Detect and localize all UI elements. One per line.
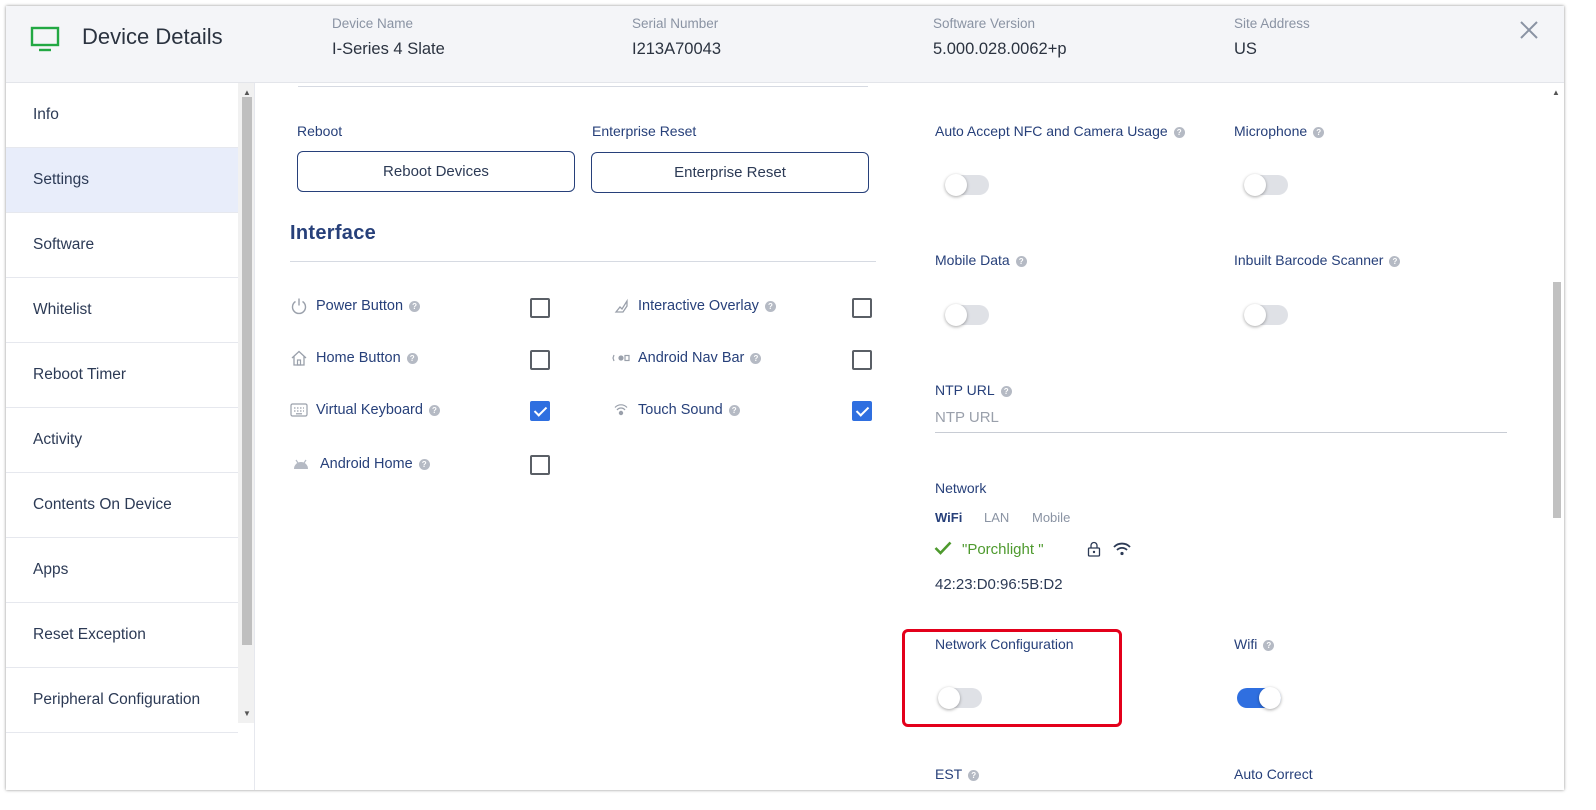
toggle-knob: [1244, 304, 1266, 326]
interactive-overlay-checkbox[interactable]: [852, 298, 872, 318]
scroll-up-arrow-icon[interactable]: ▲: [243, 88, 251, 97]
android-icon: [294, 459, 308, 469]
power-button-option: Power Button?: [316, 298, 421, 314]
enterprise-reset-button[interactable]: Enterprise Reset: [591, 152, 869, 193]
home-button-option: Home Button?: [316, 350, 418, 366]
help-icon[interactable]: ?: [1000, 385, 1012, 397]
help-icon[interactable]: ?: [409, 300, 421, 312]
toggle-knob: [1244, 174, 1266, 196]
network-label: Network: [935, 480, 987, 496]
help-icon[interactable]: ?: [750, 352, 762, 364]
site-address-field: Site Address US: [1234, 16, 1310, 58]
section-divider: [298, 86, 868, 87]
toggle-knob: [938, 687, 960, 709]
mobile-data-toggle[interactable]: [945, 304, 989, 326]
help-icon[interactable]: ?: [406, 352, 418, 364]
sidebar-item-peripheral-configuration[interactable]: Peripheral Configuration: [6, 668, 238, 733]
help-icon[interactable]: ?: [1313, 126, 1325, 138]
sidebar-item-activity[interactable]: Activity: [6, 408, 238, 473]
overlay-icon: [614, 298, 628, 313]
tab-wifi[interactable]: WiFi: [935, 510, 962, 525]
monitor-icon: [30, 26, 60, 52]
toggle-knob: [1259, 687, 1281, 709]
scroll-up-arrow-icon[interactable]: ▲: [1552, 88, 1560, 97]
mac-address: 42:23:D0:96:5B:D2: [935, 576, 1063, 593]
help-icon[interactable]: ?: [728, 404, 740, 416]
sidebar-item-whitelist[interactable]: Whitelist: [6, 278, 238, 343]
tab-lan[interactable]: LAN: [984, 510, 1009, 525]
close-icon[interactable]: [1518, 19, 1540, 41]
virtual-keyboard-option: Virtual Keyboard?: [316, 402, 440, 418]
sound-icon: [614, 404, 628, 416]
main-scrollbar-thumb[interactable]: [1553, 282, 1561, 518]
dialog-header: Device Details Device Name I-Series 4 Sl…: [6, 6, 1564, 83]
auto-correct-label: Auto Correct: [1234, 766, 1313, 782]
help-icon[interactable]: ?: [1015, 255, 1027, 267]
touch-sound-checkbox[interactable]: [852, 401, 872, 421]
android-home-checkbox[interactable]: [530, 455, 550, 475]
sidebar-item-contents-on-device[interactable]: Contents On Device: [6, 473, 238, 538]
ntp-url-input[interactable]: [935, 403, 1507, 433]
microphone-toggle[interactable]: [1244, 174, 1288, 196]
network-configuration-label: Network Configuration: [935, 636, 1074, 652]
reboot-label: Reboot: [297, 123, 343, 139]
help-icon[interactable]: ?: [418, 458, 430, 470]
microphone-label: Microphone?: [1234, 123, 1325, 139]
barcode-scanner-label: Inbuilt Barcode Scanner?: [1234, 252, 1401, 268]
home-icon: [291, 350, 307, 366]
android-nav-bar-checkbox[interactable]: [852, 350, 872, 370]
software-version-field: Software Version 5.000.028.0062+p: [933, 16, 1067, 58]
sidebar-item-reboot-timer[interactable]: Reboot Timer: [6, 343, 238, 408]
nav-bar-icon: [612, 354, 630, 362]
help-icon[interactable]: ?: [1173, 126, 1185, 138]
wifi-signal-icon: [1113, 542, 1131, 556]
serial-number-field: Serial Number I213A70043: [632, 16, 722, 58]
connected-ssid: "Porchlight ": [962, 541, 1044, 558]
device-name-field: Device Name I-Series 4 Slate: [332, 16, 445, 58]
home-button-checkbox[interactable]: [530, 350, 550, 370]
touch-sound-option: Touch Sound?: [638, 402, 740, 418]
wifi-toggle[interactable]: [1237, 687, 1281, 709]
check-icon: [934, 541, 952, 555]
power-icon: [291, 298, 307, 315]
interactive-overlay-option: Interactive Overlay?: [638, 298, 776, 314]
enterprise-reset-label: Enterprise Reset: [592, 123, 697, 139]
mobile-data-label: Mobile Data?: [935, 252, 1027, 268]
sidebar-item-reset-exception[interactable]: Reset Exception: [6, 603, 238, 668]
interface-heading: Interface: [290, 222, 377, 244]
power-button-checkbox[interactable]: [530, 298, 550, 318]
sidebar-item-software[interactable]: Software: [6, 213, 238, 278]
auto-accept-label: Auto Accept NFC and Camera Usage?: [935, 123, 1185, 139]
toggle-knob: [945, 174, 967, 196]
sidebar-item-info[interactable]: Info: [6, 83, 238, 148]
dialog-title: Device Details: [82, 24, 223, 49]
est-label: EST?: [935, 766, 980, 782]
sidebar-item-apps[interactable]: Apps: [6, 538, 238, 603]
help-icon[interactable]: ?: [764, 300, 776, 312]
sidebar-divider: [254, 83, 255, 790]
toggle-knob: [945, 304, 967, 326]
sidebar-scrollbar-thumb[interactable]: [242, 97, 252, 645]
device-details-dialog: Device Details Device Name I-Series 4 Sl…: [6, 6, 1564, 790]
android-home-option: Android Home?: [320, 456, 430, 472]
help-icon[interactable]: ?: [968, 769, 980, 781]
lock-icon: [1087, 541, 1101, 557]
help-icon[interactable]: ?: [428, 404, 440, 416]
auto-accept-toggle[interactable]: [945, 174, 989, 196]
sidebar-item-settings[interactable]: Settings: [6, 148, 238, 213]
barcode-scanner-toggle[interactable]: [1244, 304, 1288, 326]
android-nav-bar-option: Android Nav Bar?: [638, 350, 762, 366]
keyboard-icon: [290, 403, 308, 417]
help-icon[interactable]: ?: [1263, 639, 1275, 651]
reboot-devices-button[interactable]: Reboot Devices: [297, 151, 575, 192]
scroll-down-arrow-icon[interactable]: ▼: [243, 709, 251, 718]
wifi-label: Wifi?: [1234, 636, 1275, 652]
settings-sidebar: Info Settings Software Whitelist Reboot …: [6, 83, 238, 790]
network-configuration-toggle[interactable]: [938, 687, 982, 709]
interface-divider: [290, 261, 876, 262]
help-icon[interactable]: ?: [1389, 255, 1401, 267]
virtual-keyboard-checkbox[interactable]: [530, 401, 550, 421]
ntp-url-label: NTP URL?: [935, 382, 1012, 398]
tab-mobile[interactable]: Mobile: [1032, 510, 1070, 525]
